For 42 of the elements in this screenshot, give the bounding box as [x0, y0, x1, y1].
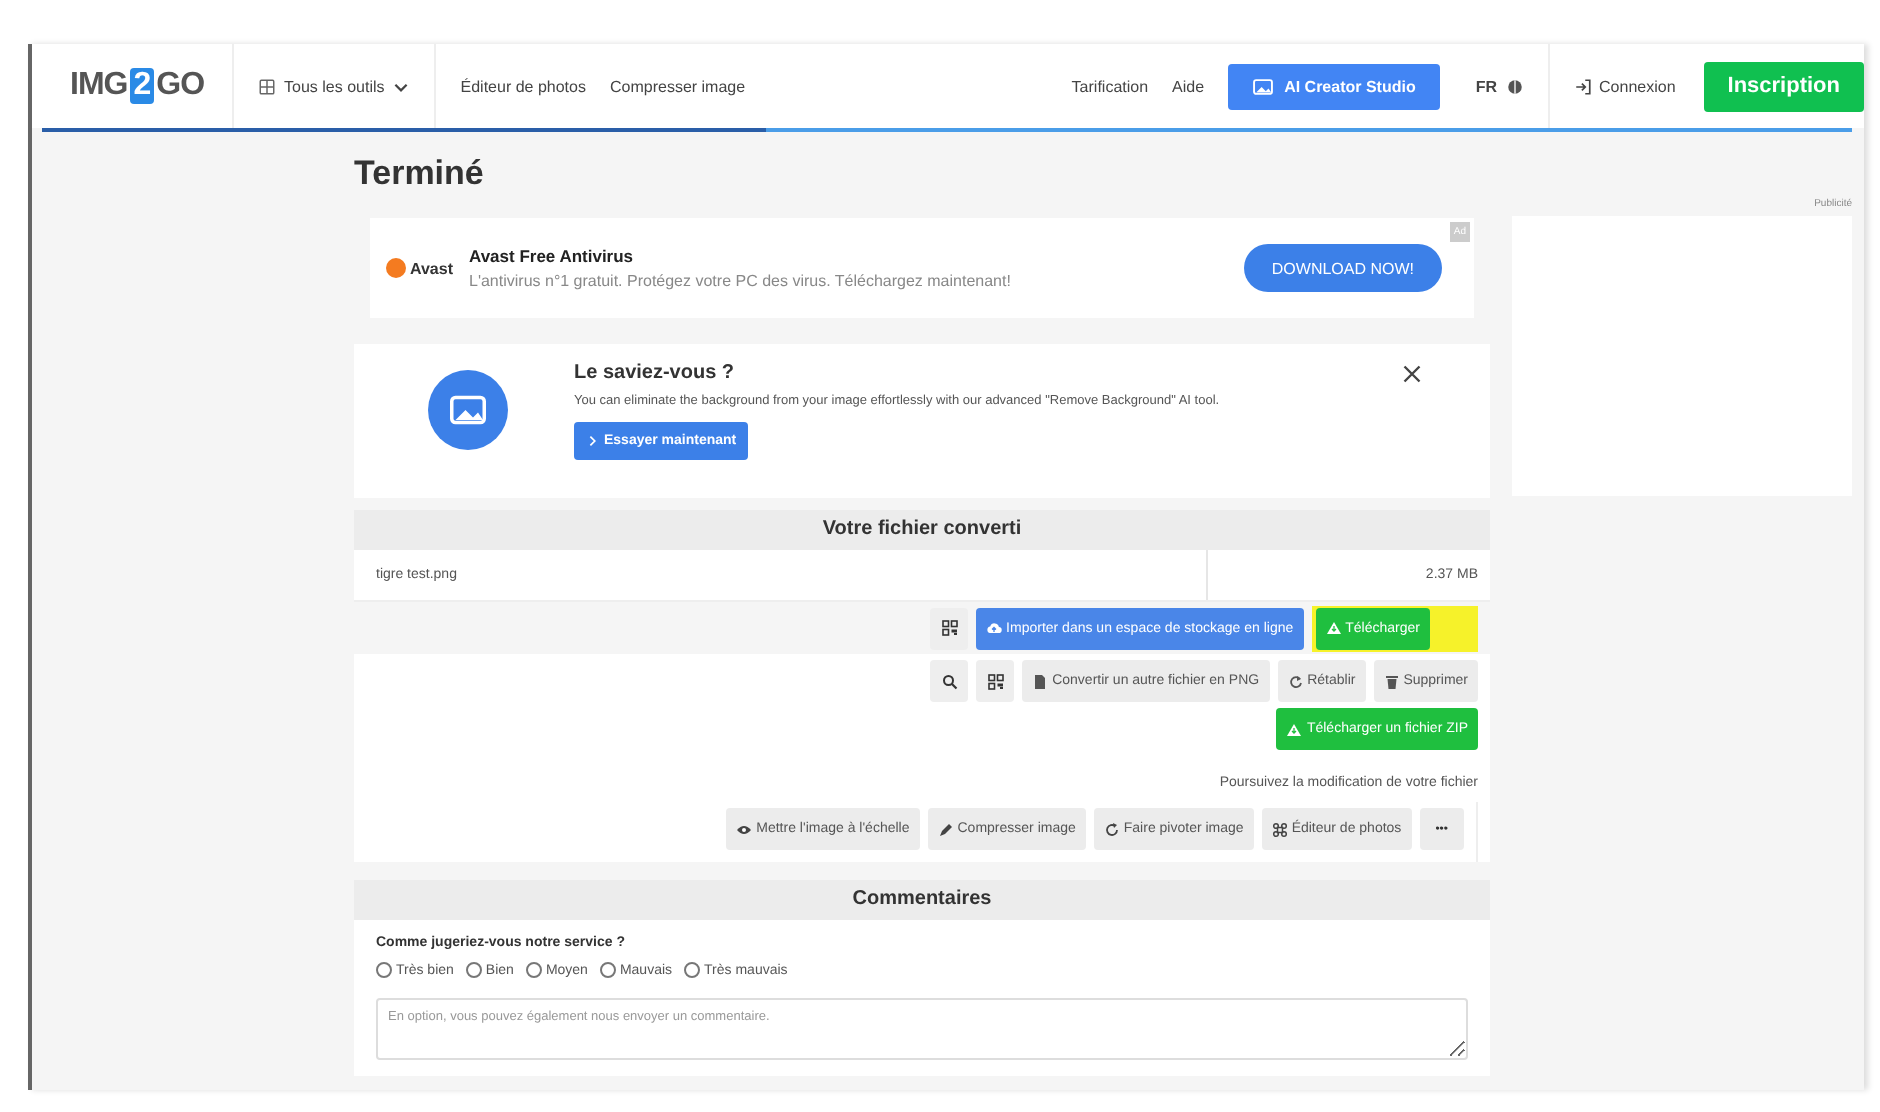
qr-code-icon — [941, 620, 958, 636]
radio-button[interactable] — [376, 962, 392, 978]
nav-link[interactable]: Aide — [1160, 44, 1217, 128]
image-icon — [428, 370, 508, 450]
close-button[interactable] — [1400, 362, 1424, 386]
qr-code-button[interactable] — [976, 660, 1015, 702]
section-heading: Commentaires — [354, 880, 1490, 920]
page-title: Terminé — [354, 154, 486, 194]
download-icon — [1325, 620, 1342, 636]
brand-logo: Avast — [386, 258, 453, 278]
search-button[interactable] — [930, 660, 969, 702]
radio-button[interactable] — [684, 962, 701, 978]
section-heading: Votre fichier converti — [354, 510, 1490, 550]
ai-studio-button[interactable]: AI Creator Studio — [1228, 63, 1440, 109]
ad-text: L'antivirus n°1 gratuit. Protégez votre PC des virus. Téléchargez maintenant! — [469, 272, 1013, 290]
file-icon — [1032, 673, 1049, 689]
nav-link[interactable]: Éditeur de photos — [448, 44, 598, 128]
search-icon — [941, 673, 958, 689]
qr-code-button[interactable] — [930, 607, 969, 649]
nav-link[interactable]: Tarification — [1059, 44, 1161, 128]
command-icon — [1271, 821, 1288, 837]
image-icon — [1252, 75, 1275, 97]
pencil-icon — [937, 821, 954, 837]
download-now-button[interactable]: DOWNLOAD NOW! — [1243, 244, 1442, 292]
ad-title: Avast Free Antivirus — [469, 246, 636, 266]
login-link[interactable]: Connexion — [1549, 44, 1700, 128]
rotate-icon — [1103, 821, 1120, 837]
login-icon — [1573, 77, 1592, 95]
chevron-icon — [586, 434, 600, 448]
tip-title: Le saviez-vous ? — [574, 362, 737, 384]
grid-icon — [258, 77, 277, 95]
eye-icon — [736, 821, 753, 837]
close-icon — [1400, 362, 1424, 386]
qr-code-icon — [987, 673, 1004, 689]
trash-icon — [1383, 673, 1400, 689]
radio-button[interactable] — [599, 962, 616, 978]
radio-button[interactable] — [465, 962, 482, 978]
radio-button[interactable] — [525, 962, 542, 978]
redo-icon — [1287, 673, 1304, 689]
download-icon — [1286, 721, 1303, 737]
cloud-upload-icon — [986, 620, 1003, 636]
nav-link[interactable]: Compresser image — [597, 44, 758, 128]
